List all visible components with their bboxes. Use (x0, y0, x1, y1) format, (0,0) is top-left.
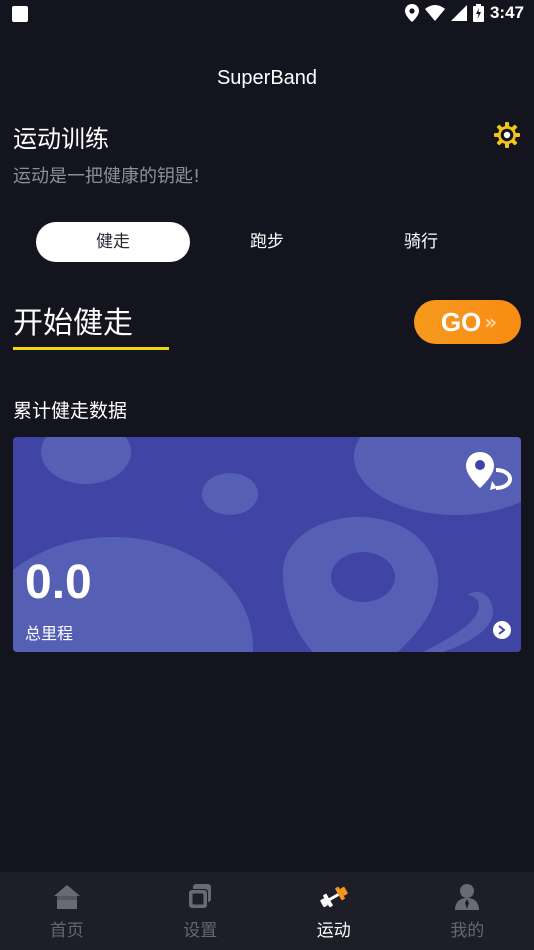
location-pin-icon (466, 452, 512, 490)
settings-icon (188, 884, 212, 909)
total-distance-label: 总里程 (25, 624, 74, 643)
nav-home-label: 首页 (49, 921, 84, 941)
card-background (13, 437, 521, 652)
nav-profile[interactable]: 我的 (401, 872, 534, 950)
stats-card[interactable]: 0.0 总里程 (13, 437, 521, 652)
gear-icon[interactable] (493, 121, 521, 149)
start-walking-title: 开始健走 (13, 306, 133, 341)
nav-sport[interactable]: 运动 (267, 872, 401, 950)
total-distance-value: 0.0 (25, 556, 92, 609)
dumbbell-icon (319, 886, 348, 908)
sport-tabs: 健走 跑步 骑行 (36, 222, 498, 262)
wifi-icon (424, 5, 445, 21)
clock: 3:47 (489, 3, 524, 22)
stats-title: 累计健走数据 (13, 400, 128, 422)
go-label: GO (440, 306, 482, 337)
nav-home[interactable]: 首页 (0, 872, 134, 950)
nav-profile-label: 我的 (450, 921, 485, 941)
bottom-navigation: 首页 设置 运动 我的 (0, 872, 534, 950)
nav-sport-label: 运动 (316, 921, 351, 941)
signal-icon (450, 5, 467, 21)
status-bar: 3:47 (0, 0, 534, 28)
notification-icon (12, 6, 28, 22)
double-chevron-right-icon: » (484, 310, 497, 334)
page-title: 运动训练 (13, 125, 109, 153)
status-icons: 3:47 (404, 3, 524, 23)
tab-walking[interactable]: 健走 (36, 222, 190, 262)
nav-settings-label: 设置 (183, 921, 218, 941)
app-title: SuperBand (216, 67, 318, 89)
battery-icon (472, 4, 484, 22)
profile-icon (455, 884, 480, 910)
page-subtitle: 运动是一把健康的钥匙! (13, 166, 201, 187)
nav-settings[interactable]: 设置 (134, 872, 268, 950)
chevron-right-icon[interactable] (493, 621, 511, 639)
home-icon (53, 885, 80, 909)
tab-cycling[interactable]: 骑行 (344, 222, 498, 262)
start-underline (13, 347, 169, 350)
tab-running[interactable]: 跑步 (190, 222, 344, 262)
go-button[interactable]: GO » (414, 300, 521, 344)
location-icon (404, 4, 419, 22)
